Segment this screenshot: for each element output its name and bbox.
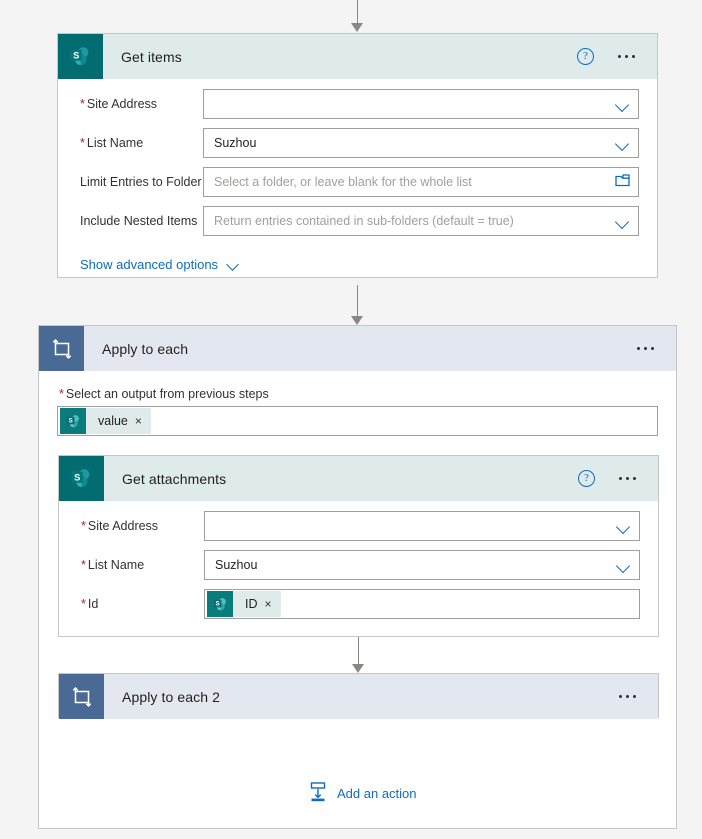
required-asterisk: * (81, 519, 86, 533)
list-name-value: Suzhou (214, 136, 257, 150)
card-apply-to-each[interactable]: Apply to each * Select an output from pre… (38, 325, 677, 829)
get-items-body: * Site Address * List Name Suzhou Limit En… (58, 79, 657, 286)
sharepoint-icon: S (58, 34, 103, 79)
chevron-down-icon (227, 260, 239, 269)
connector-arrowhead (351, 316, 363, 325)
required-asterisk: * (80, 97, 85, 111)
svg-text:S: S (73, 49, 79, 60)
limit-entries-placeholder: Select a folder, or leave blank for the … (214, 175, 472, 189)
close-icon[interactable]: × (135, 415, 151, 427)
more-options-icon[interactable] (616, 49, 637, 64)
required-asterisk: * (81, 597, 86, 611)
loop-icon (59, 674, 104, 719)
card-get-items[interactable]: S Get items ? *Site Address *List Name (57, 33, 658, 278)
token-chip-value[interactable]: S value × (60, 408, 151, 434)
svg-text:S: S (215, 600, 219, 607)
include-nested-input[interactable]: Return entries contained in sub-folders … (203, 206, 639, 236)
chevron-down-icon[interactable] (616, 217, 630, 225)
apply-to-each-2-header[interactable]: Apply to each 2 (59, 674, 658, 719)
include-nested-placeholder: Return entries contained in sub-folders … (214, 214, 514, 228)
flow-designer-canvas: S Get items ? *Site Address *List Name (0, 0, 702, 839)
token-chip-id[interactable]: S ID × (207, 591, 281, 617)
card-apply-to-each-2[interactable]: Apply to each 2 (58, 673, 659, 719)
field-row-include-nested: Include Nested Items Return entries cont… (70, 206, 639, 236)
chevron-down-icon[interactable] (616, 100, 630, 108)
id-input[interactable]: S ID × (204, 589, 640, 619)
required-asterisk: * (59, 387, 64, 401)
output-selector-label: * Select an output from previous steps (59, 387, 269, 401)
field-row-list-name: * List Name Suzhou (71, 550, 640, 580)
output-selector-input[interactable]: S value × (57, 406, 658, 436)
connector-arrowhead (351, 23, 363, 32)
field-row-id: * Id S ID × (71, 589, 640, 619)
card-get-attachments[interactable]: S Get attachments ? * Site Address * Lis… (58, 455, 659, 637)
close-icon[interactable]: × (265, 598, 281, 610)
field-label-list-name: * List Name (81, 558, 145, 572)
list-name-value: Suzhou (215, 558, 258, 572)
connector-arrowhead (352, 664, 364, 673)
get-attachments-header[interactable]: S Get attachments ? (59, 456, 658, 501)
required-asterisk: * (80, 136, 85, 150)
svg-text:S: S (74, 471, 80, 482)
connector-line (356, 285, 358, 317)
token-chip-label: ID (245, 597, 258, 611)
connector-arrow-top (345, 0, 369, 32)
connector-line (356, 0, 358, 24)
list-name-input[interactable]: Suzhou (204, 550, 640, 580)
chevron-down-icon[interactable] (617, 561, 631, 569)
show-advanced-options-label: Show advanced options (80, 257, 219, 272)
apply-to-each-2-header-actions (617, 689, 658, 704)
field-row-site-address: * Site Address (70, 89, 639, 119)
more-options-icon[interactable] (617, 689, 638, 704)
apply-to-each-title: Apply to each (102, 340, 189, 357)
limit-entries-input[interactable]: Select a folder, or leave blank for the … (203, 167, 639, 197)
field-label-list-name: * List Name (80, 136, 144, 150)
token-chip-label: value (98, 414, 128, 428)
help-icon[interactable]: ? (577, 48, 594, 65)
field-label-limit-entries: Limit Entries to Folder (80, 175, 202, 189)
apply-to-each-header-actions (635, 341, 676, 356)
add-an-action-button[interactable]: Add an action (307, 781, 417, 806)
get-items-header-actions: ? (577, 48, 657, 65)
field-label-site-address: * Site Address (80, 97, 158, 111)
field-label-include-nested: Include Nested Items (80, 214, 198, 228)
sharepoint-icon: S (207, 591, 233, 617)
sharepoint-icon: S (60, 408, 86, 434)
folder-picker-icon[interactable] (615, 174, 630, 190)
help-icon[interactable]: ? (578, 470, 595, 487)
list-name-input[interactable]: Suzhou (203, 128, 639, 158)
chevron-down-icon[interactable] (617, 522, 631, 530)
svg-text:S: S (68, 417, 72, 424)
required-asterisk: * (81, 558, 86, 572)
get-attachments-body: * Site Address * List Name Suzhou * Id S… (59, 501, 658, 642)
field-row-list-name: * List Name Suzhou (70, 128, 639, 158)
get-items-header[interactable]: S Get items ? (58, 34, 657, 79)
add-an-action-label: Add an action (337, 786, 417, 801)
field-label-site-address: * Site Address (81, 519, 159, 533)
apply-to-each-2-title: Apply to each 2 (122, 688, 221, 705)
show-advanced-options-link[interactable]: Show advanced options (80, 257, 239, 272)
apply-to-each-body: * Select an output from previous steps S … (39, 371, 676, 436)
loop-icon (39, 326, 84, 371)
get-items-title: Get items (121, 48, 182, 65)
field-label-id: * Id (81, 597, 99, 611)
get-attachments-header-actions: ? (578, 470, 658, 487)
add-action-icon (307, 781, 329, 806)
more-options-icon[interactable] (635, 341, 656, 356)
sharepoint-icon: S (59, 456, 104, 501)
more-options-icon[interactable] (617, 471, 638, 486)
connector-arrow-apply-to-each-2 (346, 637, 370, 673)
field-row-limit-entries: Limit Entries to Folder Select a folder,… (70, 167, 639, 197)
connector-arrow-apply-to-each (345, 285, 369, 325)
get-attachments-title: Get attachments (122, 470, 227, 487)
site-address-input[interactable] (203, 89, 639, 119)
field-row-site-address: * Site Address (71, 511, 640, 541)
apply-to-each-header[interactable]: Apply to each (39, 326, 676, 371)
site-address-input[interactable] (204, 511, 640, 541)
chevron-down-icon[interactable] (616, 139, 630, 147)
